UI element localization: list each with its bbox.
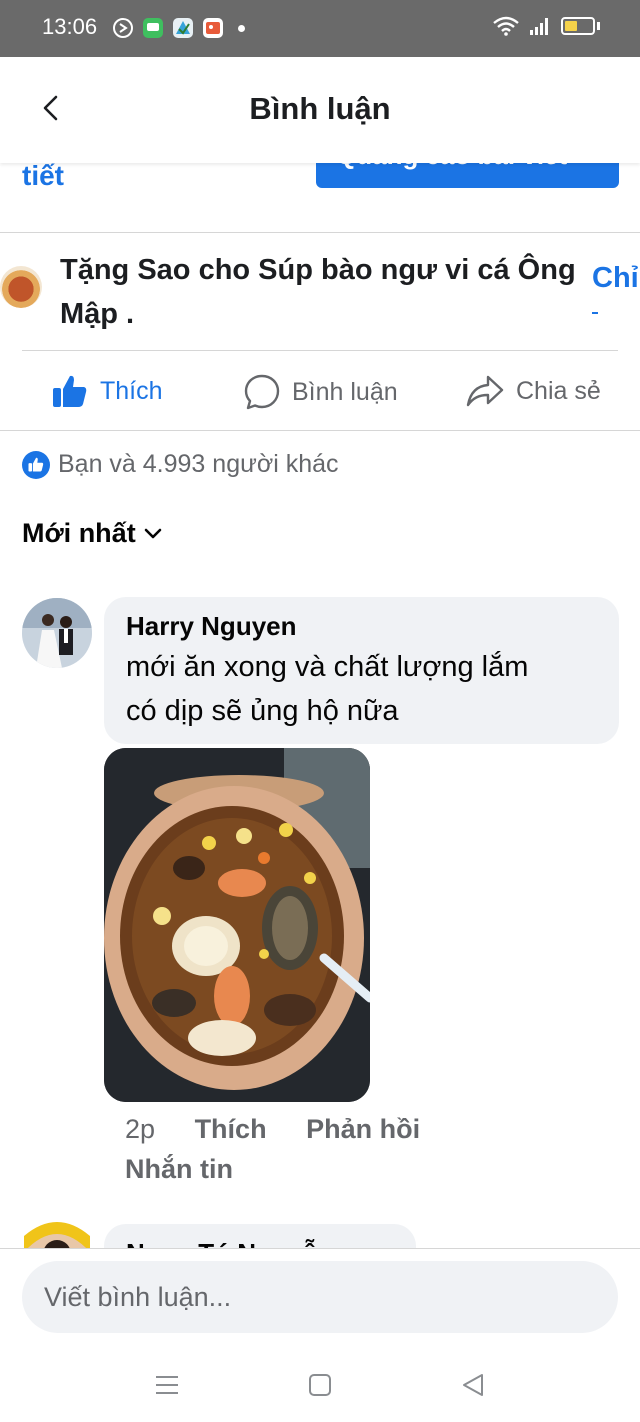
like-button[interactable]: Thích bbox=[52, 374, 163, 408]
comment-bubble: Harry Nguyen mới ăn xong và chất lượng l… bbox=[104, 597, 619, 744]
soup-pot-image bbox=[104, 748, 370, 1102]
page-title: Bình luận bbox=[249, 91, 391, 126]
comment-text: mới ăn xong và chất lượng lắm có dịp sẽ … bbox=[126, 645, 597, 733]
page-avatar[interactable] bbox=[0, 266, 42, 308]
kite-app-icon bbox=[173, 18, 193, 38]
system-icons bbox=[493, 16, 600, 36]
comment-meta: 2p Thích Phản hồi bbox=[125, 1114, 452, 1145]
comment-text-line: mới ăn xong và chất lượng lắm bbox=[126, 651, 529, 683]
system-nav-bar bbox=[0, 1348, 640, 1422]
comment-text-line: có dịp sẽ ủng hộ nữa bbox=[126, 695, 399, 727]
comment-composer bbox=[0, 1248, 640, 1348]
status-time: 13:06 bbox=[42, 14, 98, 39]
back-triangle-icon[interactable] bbox=[458, 1370, 488, 1400]
wifi-icon bbox=[493, 16, 519, 36]
divider bbox=[0, 430, 640, 431]
wedding-photo-avatar bbox=[22, 598, 92, 668]
comment-label: Bình luận bbox=[292, 377, 398, 406]
comment-time: 2p bbox=[125, 1114, 156, 1144]
reactions-text: Bạn và 4.993 người khác bbox=[58, 450, 339, 478]
comment-author[interactable]: Harry Nguyen bbox=[126, 609, 597, 643]
battery-icon bbox=[561, 17, 595, 35]
home-icon[interactable] bbox=[305, 1370, 335, 1400]
chevron-down-icon bbox=[144, 528, 161, 538]
signal-icon bbox=[530, 18, 548, 35]
comment-photo[interactable] bbox=[104, 748, 370, 1102]
chat-icon bbox=[143, 18, 163, 38]
comment-like-button[interactable]: Thích bbox=[195, 1114, 267, 1144]
divider bbox=[0, 232, 640, 233]
sort-label: Mới nhất bbox=[22, 518, 136, 548]
post-actions: Thích Bình luận Chia sẻ bbox=[0, 352, 640, 430]
comment-bubble-icon bbox=[244, 374, 280, 410]
gift-link-underline bbox=[592, 312, 598, 314]
divider bbox=[22, 350, 618, 351]
like-label: Thích bbox=[100, 376, 163, 405]
comment-message-button[interactable]: Nhắn tin bbox=[125, 1154, 233, 1185]
comment-sort-dropdown[interactable]: Mới nhất bbox=[22, 518, 162, 549]
top-bar: Bình luận bbox=[0, 57, 640, 163]
like-reaction-icon bbox=[22, 450, 50, 479]
share-label: Chia sẻ bbox=[516, 376, 601, 405]
status-bar: 13:06 bbox=[0, 0, 640, 57]
thumbs-up-icon bbox=[53, 375, 87, 407]
comment-button[interactable]: Bình luận bbox=[244, 374, 398, 410]
navigation-icon bbox=[113, 18, 133, 38]
avatar[interactable] bbox=[22, 598, 92, 668]
share-button[interactable]: Chia sẻ bbox=[466, 374, 601, 408]
gift-stars-link[interactable]: Chỉ bbox=[592, 262, 639, 295]
share-arrow-icon bbox=[466, 375, 504, 407]
comment-reply-button[interactable]: Phản hồi bbox=[306, 1114, 420, 1144]
comment-input[interactable] bbox=[22, 1261, 618, 1333]
gift-stars-text: Tặng Sao cho Súp bào ngư vi cá Ông Mập . bbox=[60, 254, 576, 330]
see-more-link[interactable]: tiết bbox=[22, 160, 64, 192]
photo-app-icon bbox=[203, 18, 223, 38]
reactions-summary[interactable]: Bạn và 4.993 người khác bbox=[22, 450, 339, 479]
more-notifications-dot bbox=[238, 24, 245, 32]
battery-tip bbox=[597, 22, 600, 30]
menu-icon[interactable] bbox=[152, 1370, 182, 1400]
notification-icons bbox=[112, 17, 245, 39]
